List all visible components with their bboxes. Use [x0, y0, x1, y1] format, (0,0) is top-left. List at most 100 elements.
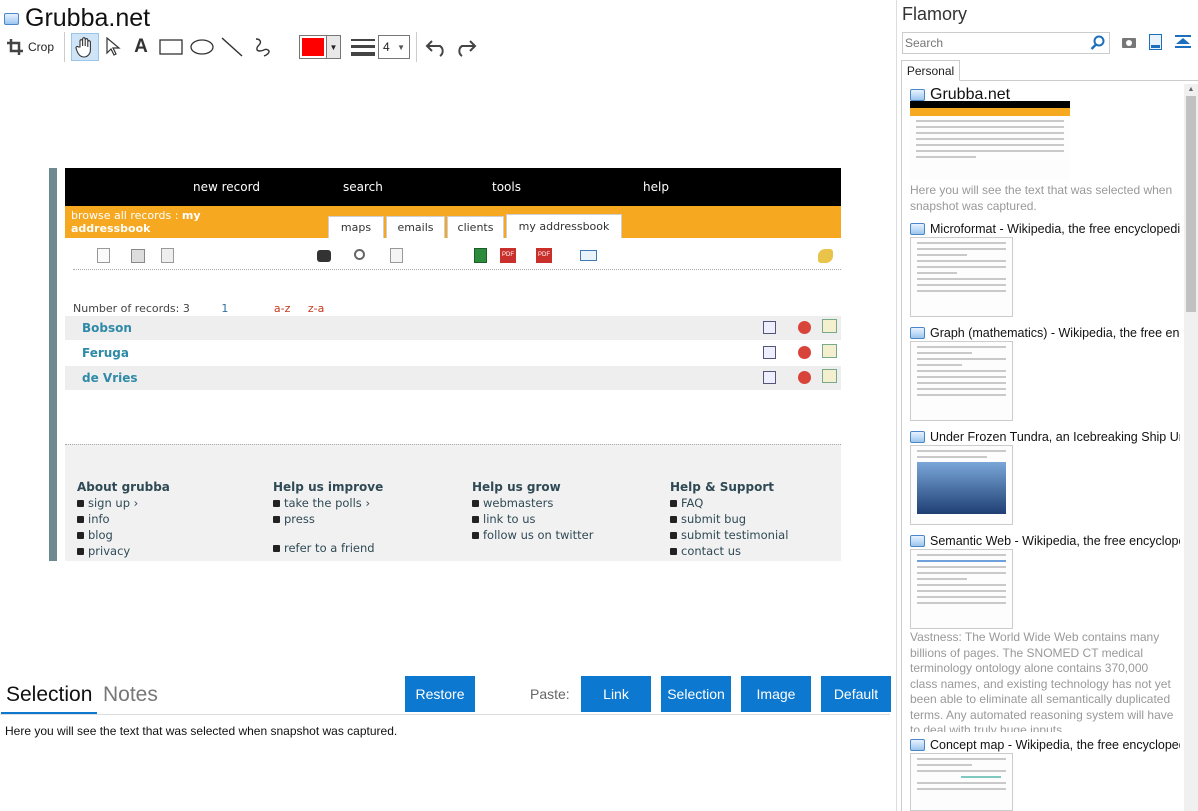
paste-default-button[interactable]: Default: [821, 676, 891, 712]
search-icon[interactable]: [1090, 35, 1106, 51]
nav-item-tools[interactable]: tools: [492, 180, 521, 194]
site-tab-maps[interactable]: maps: [328, 216, 384, 238]
view-card-icon[interactable]: [763, 321, 776, 334]
nav-item-help[interactable]: help: [643, 180, 669, 194]
site-tab-clients[interactable]: clients: [447, 216, 504, 238]
bullet-icon: [472, 531, 479, 539]
footer-link[interactable]: blog: [77, 527, 170, 543]
paste-link-button[interactable]: Link: [581, 676, 651, 712]
delete-icon[interactable]: [798, 346, 811, 359]
selection-text[interactable]: Here you will see the text that was sele…: [5, 724, 397, 738]
undo-button[interactable]: [423, 33, 451, 61]
site-tab-my-addressbook[interactable]: my addressbook: [506, 214, 622, 238]
view-card-icon[interactable]: [763, 346, 776, 359]
snapshot-thumbnail[interactable]: [910, 753, 1013, 811]
paste-selection-button[interactable]: Selection: [661, 676, 731, 712]
delete-icon[interactable]: [798, 371, 811, 384]
ellipse-tool-button[interactable]: [187, 33, 217, 61]
hand-tool-button[interactable]: [71, 33, 99, 61]
snapshot-thumbnail[interactable]: [910, 445, 1013, 525]
edit-icon[interactable]: [822, 319, 837, 333]
table-row[interactable]: de Vries: [65, 366, 841, 390]
snapshot-thumbnail[interactable]: [910, 237, 1013, 317]
footer-link[interactable]: privacy: [77, 543, 170, 559]
search-input[interactable]: [903, 34, 1090, 52]
nav-item-new-record[interactable]: new record: [193, 180, 260, 194]
redo-button[interactable]: [451, 33, 479, 61]
site-tab-emails[interactable]: emails: [386, 216, 445, 238]
footer-link[interactable]: info: [77, 511, 170, 527]
search-box[interactable]: [902, 32, 1110, 54]
table-row[interactable]: Feruga: [65, 341, 841, 365]
table-row[interactable]: Bobson: [65, 316, 841, 340]
search-icon[interactable]: [354, 249, 365, 260]
text-tool-button[interactable]: A: [127, 33, 155, 61]
pdf-export-icon[interactable]: PDF: [536, 248, 552, 263]
pdf-export-icon[interactable]: PDF: [500, 248, 516, 263]
crop-button[interactable]: Crop: [6, 38, 58, 56]
line-width-select[interactable]: 4 ▼: [378, 35, 410, 59]
snapshot-thumbnail[interactable]: [910, 101, 1070, 180]
nav-item-search[interactable]: search: [343, 180, 383, 194]
tab-selection[interactable]: Selection: [6, 683, 92, 707]
collapse-icon[interactable]: [1175, 35, 1191, 49]
snapshot-thumbnail[interactable]: [910, 341, 1013, 421]
edit-document-icon[interactable]: [161, 248, 174, 263]
line-width-selector[interactable]: 4 ▼: [351, 35, 410, 59]
delete-icon[interactable]: [798, 321, 811, 334]
bullet-icon: [77, 547, 84, 555]
rectangle-tool-button[interactable]: [155, 33, 187, 61]
scrollbar-thumb[interactable]: [1186, 96, 1196, 312]
redo-icon: [458, 40, 477, 57]
pointer-tool-button[interactable]: [99, 33, 127, 61]
tab-notes[interactable]: Notes: [103, 683, 158, 707]
footer-link[interactable]: webmasters: [472, 495, 593, 511]
save-icon[interactable]: [131, 249, 145, 263]
snapshot-title[interactable]: Under Frozen Tundra, an Icebreaking Ship…: [910, 430, 1180, 444]
freehand-tool-button[interactable]: [247, 33, 277, 61]
footer-link[interactable]: refer to a friend: [273, 540, 383, 556]
scrollbar[interactable]: ▲: [1184, 84, 1198, 811]
edit-icon[interactable]: [822, 369, 837, 383]
scroll-up-icon[interactable]: ▲: [1187, 86, 1195, 93]
new-record-icon[interactable]: [97, 248, 110, 263]
footer-link[interactable]: submit bug: [670, 511, 788, 527]
restore-button[interactable]: Restore: [405, 676, 475, 712]
record-name-link[interactable]: Feruga: [82, 346, 129, 360]
sort-za-link[interactable]: z-a: [308, 302, 324, 315]
footer-link[interactable]: follow us on twitter: [472, 527, 593, 543]
snapshot-thumbnail[interactable]: [910, 549, 1013, 629]
line-tool-button[interactable]: [217, 33, 247, 61]
view-card-icon[interactable]: [763, 371, 776, 384]
tab-personal[interactable]: Personal: [901, 60, 960, 81]
record-name-link[interactable]: de Vries: [82, 371, 138, 385]
page-snapshot[interactable]: new record search tools help browse all …: [49, 168, 841, 561]
binoculars-icon[interactable]: [317, 250, 331, 262]
camera-icon[interactable]: [1122, 36, 1136, 48]
snapshot-title[interactable]: Microformat - Wikipedia, the free encycl…: [910, 222, 1180, 236]
sort-az-link[interactable]: a-z: [274, 302, 290, 315]
footer-link[interactable]: link to us: [472, 511, 593, 527]
footer-link[interactable]: press: [273, 511, 383, 527]
bullet-icon: [77, 499, 84, 507]
footer-link[interactable]: contact us: [670, 543, 788, 559]
footer-link[interactable]: submit testimonial: [670, 527, 788, 543]
excel-export-icon[interactable]: [474, 248, 487, 263]
snapshot-title[interactable]: Semantic Web - Wikipedia, the free encyc…: [910, 534, 1180, 548]
breadcrumb-link[interactable]: browse all records :: [71, 209, 182, 222]
keys-icon[interactable]: [818, 249, 833, 263]
preview-icon[interactable]: [390, 248, 403, 263]
edit-icon[interactable]: [822, 344, 837, 358]
footer-link[interactable]: take the polls ›: [273, 495, 383, 511]
snapshot-title[interactable]: Graph (mathematics) - Wikipedia, the fre…: [910, 326, 1180, 340]
page-link[interactable]: 1: [221, 302, 228, 315]
paste-image-button[interactable]: Image: [741, 676, 811, 712]
pen-color-picker[interactable]: ▼: [299, 35, 341, 59]
document-icon[interactable]: [1149, 34, 1162, 50]
record-name-link[interactable]: Bobson: [82, 321, 132, 335]
footer-link[interactable]: sign up ›: [77, 495, 170, 511]
snapshot-title[interactable]: Concept map - Wikipedia, the free encycl…: [910, 738, 1180, 752]
email-icon[interactable]: [580, 250, 597, 261]
footer-link[interactable]: FAQ: [670, 495, 788, 511]
page-favicon-icon: [910, 327, 925, 339]
